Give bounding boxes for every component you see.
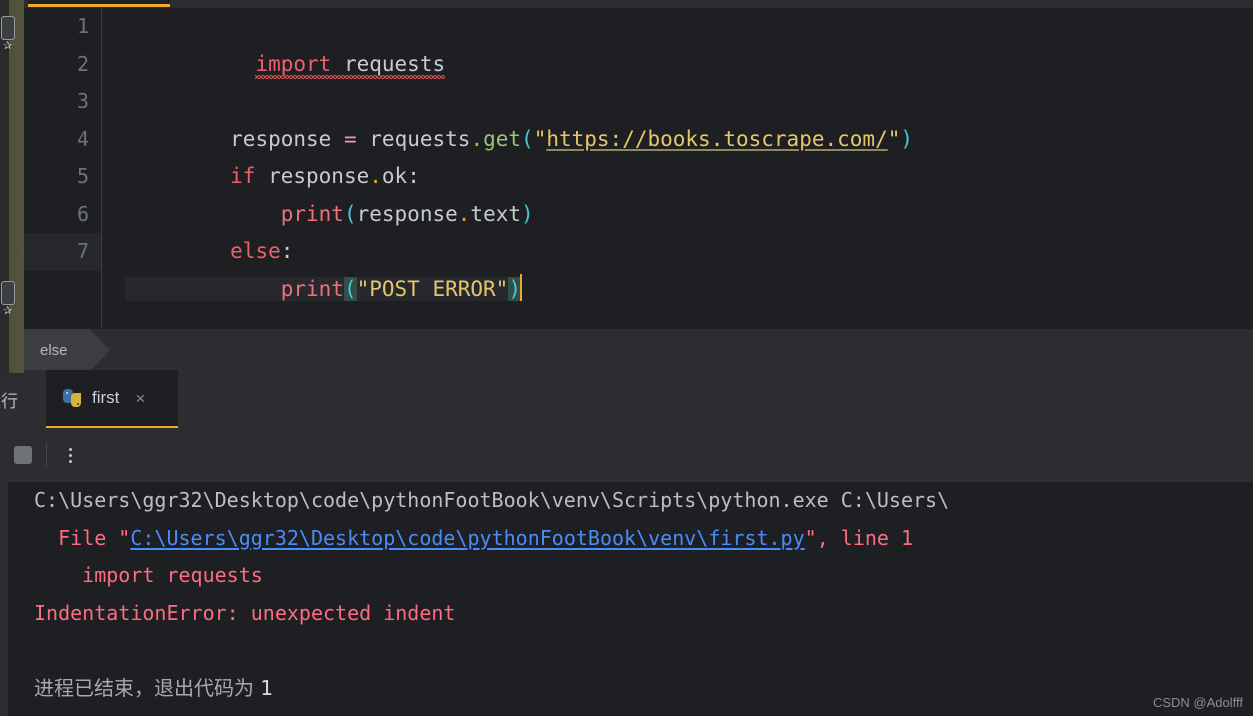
editor-top-bar xyxy=(0,0,1253,8)
code-line-6[interactable]: else: xyxy=(102,196,1253,263)
active-tab-accent-underline xyxy=(28,4,170,7)
code-editor[interactable]: 1 2 3 4 5 6 7 import requests response =… xyxy=(24,8,1253,328)
run-tool-window-header: 运行 first × xyxy=(0,370,1253,428)
breadcrumb-item-else[interactable]: else xyxy=(24,329,109,371)
strip-tick-icon-top[interactable]: ✰ xyxy=(3,41,12,52)
breadcrumb: else xyxy=(24,328,1253,371)
line-number: 1 xyxy=(76,14,89,38)
gutter-row-current: 7 xyxy=(24,233,101,271)
gutter-row: 5 xyxy=(24,158,101,196)
run-tool-window-title: 运行 xyxy=(0,391,18,411)
console-quote-open: " xyxy=(118,525,131,550)
console-file-link[interactable]: C:\Users\ggr32\Desktop\code\pythonFootBo… xyxy=(130,526,804,550)
toolbar-divider xyxy=(46,443,47,467)
console-toolbar xyxy=(0,428,1253,482)
text-caret xyxy=(519,273,522,301)
console-line-file: File "C:\Users\ggr32\Desktop\code\python… xyxy=(8,520,1253,558)
console-comma: , xyxy=(816,525,841,550)
console-line-number: line 1 xyxy=(840,525,914,550)
strip-tick-icon-bottom[interactable]: ✰ xyxy=(3,306,12,317)
line-number: 7 xyxy=(76,239,89,263)
console-line-exit: 进程已结束，退出代码为 1 xyxy=(8,632,1253,708)
strip-chip-icon-bottom[interactable] xyxy=(1,281,15,305)
line-number: 5 xyxy=(76,164,89,188)
code-line-4[interactable]: if response.ok: xyxy=(102,121,1253,188)
gutter-row: 1 xyxy=(24,8,101,46)
token-builtin-print: print xyxy=(280,276,344,301)
gutter-row: 3 xyxy=(24,83,101,121)
stop-square-icon[interactable] xyxy=(14,446,32,464)
console-line-error: IndentationError: unexpected indent xyxy=(8,595,1253,633)
watermark: CSDN @Adolfff xyxy=(1152,695,1243,710)
code-text-area[interactable]: import requests response = requests.get(… xyxy=(102,8,1253,328)
gutter-row: 4 xyxy=(24,121,101,159)
console-line-source: import requests xyxy=(8,557,1253,595)
console-source-text: import requests xyxy=(34,563,263,587)
token-string-post-error: "POST ERROR" xyxy=(356,276,509,301)
kebab-menu-icon[interactable] xyxy=(61,446,79,464)
strip-chip-icon-top[interactable] xyxy=(1,16,15,40)
left-tool-strip: ✰ ✰ xyxy=(0,0,24,373)
run-tab-first[interactable]: first × xyxy=(46,370,178,428)
token-open-paren-matched: ( xyxy=(343,276,357,301)
line-number: 3 xyxy=(76,89,89,113)
console-quote-close: " xyxy=(804,525,817,550)
code-line-1[interactable]: import requests xyxy=(102,8,1253,79)
code-line-7[interactable]: print("POST ERROR") xyxy=(102,233,1253,301)
console-output[interactable]: C:\Users\ggr32\Desktop\code\pythonFootBo… xyxy=(0,482,1253,716)
close-icon[interactable]: × xyxy=(135,390,145,407)
console-line-command: C:\Users\ggr32\Desktop\code\pythonFootBo… xyxy=(8,482,1253,520)
python-file-icon xyxy=(62,388,82,408)
editor-gutter[interactable]: 1 2 3 4 5 6 7 xyxy=(24,8,102,328)
gutter-row: 2 xyxy=(24,46,101,84)
line-number: 6 xyxy=(76,201,89,226)
gutter-row: 6 xyxy=(24,196,101,234)
run-tab-label: first xyxy=(92,388,120,407)
line-number: 2 xyxy=(76,51,89,76)
console-exit-text: 进程已结束，退出代码为 xyxy=(34,676,261,700)
code-line-3[interactable]: response = requests.get("https://books.t… xyxy=(102,83,1253,151)
console-command-text: C:\Users\ggr32\Desktop\code\pythonFootBo… xyxy=(34,488,950,512)
code-line-5[interactable]: print(response.text) xyxy=(102,158,1253,226)
console-file-prefix: File xyxy=(34,525,119,550)
code-line-2[interactable] xyxy=(102,46,1253,84)
left-strip-background xyxy=(0,0,24,373)
ide-window: ✰ ✰ 1 2 3 4 5 6 7 import requests respon… xyxy=(0,0,1253,716)
line-number: 4 xyxy=(76,126,89,151)
console-error-text: IndentationError: unexpected indent xyxy=(34,600,456,625)
console-exit-code: 1 xyxy=(260,676,274,700)
